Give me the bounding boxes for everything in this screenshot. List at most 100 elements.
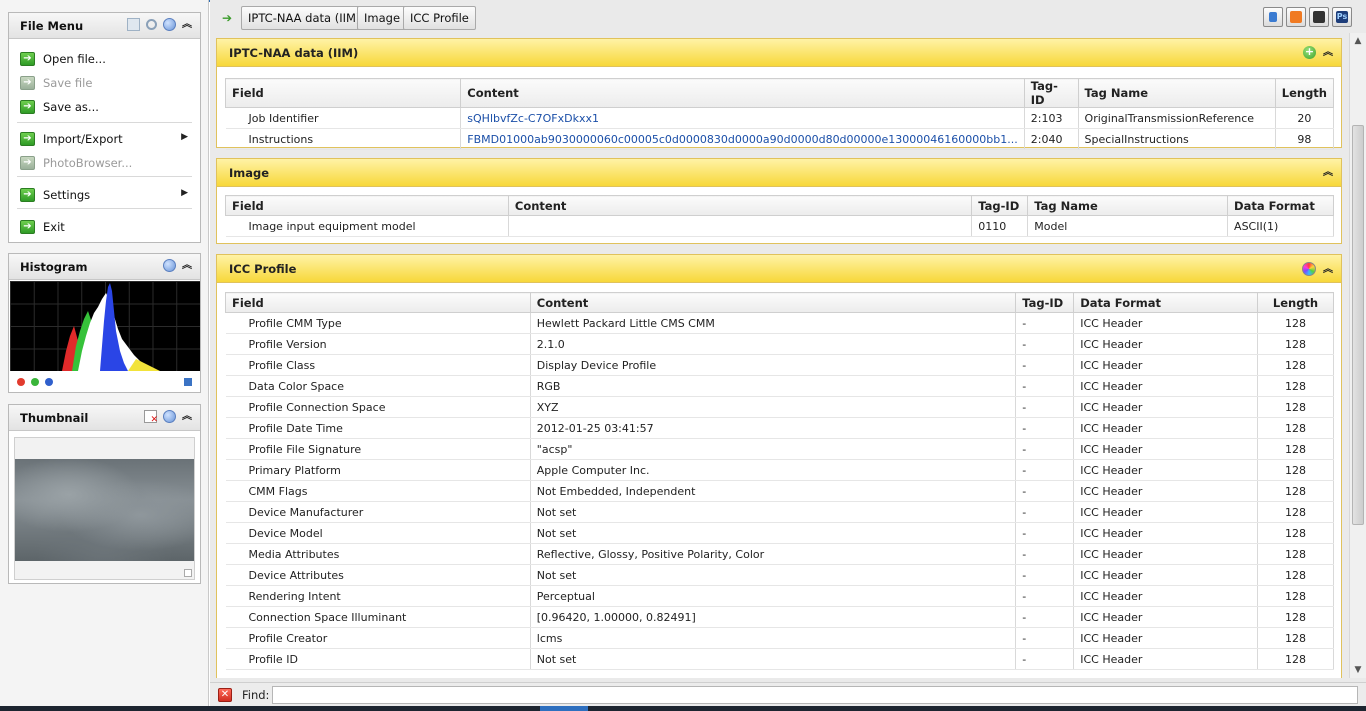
table-row[interactable]: Profile Version 2.1.0- ICC Header 128: [225, 333, 1334, 355]
cell-format: ICC Header: [1073, 375, 1258, 397]
table-row[interactable]: Profile Date Time 2012-01-25 03:41:57- ICC…: [225, 417, 1334, 439]
column-header[interactable]: Content: [460, 78, 1025, 108]
table-row[interactable]: Profile Connection Space XYZ - ICC Header 12…: [225, 396, 1334, 418]
menu-divider: [17, 208, 192, 209]
collapse-icon[interactable]: ︽: [1323, 263, 1333, 276]
menu-item-settings[interactable]: ➔ Settings ▶: [9, 184, 200, 206]
histogram-expand-icon[interactable]: [184, 378, 192, 386]
cell-format: ICC Header: [1073, 354, 1258, 376]
cell-field: Profile Date Time: [225, 417, 531, 439]
table-row[interactable]: Profile Class Display Device Profile - ICC …: [225, 354, 1334, 376]
cell-content: sQHlbvfZc-C7OFxDkxx1: [460, 107, 1025, 129]
cell-format: ICC Header: [1073, 501, 1258, 523]
collapse-icon[interactable]: ︽: [182, 18, 192, 31]
table-row[interactable]: Media Attributes Reflective, Glossy, Posi…: [225, 543, 1334, 565]
collapse-icon[interactable]: ︽: [1323, 46, 1333, 59]
cell-content: Apple Computer Inc.: [529, 459, 1017, 481]
menu-item-open-file[interactable]: ➔ Open file...: [9, 48, 200, 70]
red-channel-toggle[interactable]: [17, 378, 25, 386]
column-header[interactable]: Length: [1257, 292, 1334, 313]
menu-item-label: Exit: [43, 220, 65, 234]
scroll-down-icon[interactable]: ▼: [1353, 665, 1363, 675]
color-profile-icon[interactable]: [1302, 262, 1316, 276]
column-header[interactable]: Data Format: [1227, 195, 1334, 216]
table-row[interactable]: Job Identifier sQHlbvfZc-C7OFxDkxx1 2:103 O…: [225, 107, 1335, 129]
column-header[interactable]: Tag-ID: [1023, 78, 1079, 108]
cell-field: CMM Flags: [225, 480, 531, 502]
green-channel-toggle[interactable]: [31, 378, 39, 386]
search-icon[interactable]: [146, 19, 157, 30]
cell-tag-name: Model: [1027, 215, 1228, 237]
table-row[interactable]: Primary Platform Apple Computer Inc. - ICC …: [225, 459, 1334, 481]
copy-icon[interactable]: [127, 18, 140, 31]
resize-handle-icon[interactable]: [184, 569, 192, 577]
cell-field: Device Manufacturer: [225, 501, 531, 523]
image-section-header[interactable]: Image ︽: [217, 159, 1341, 187]
table-row[interactable]: Device Model Not set - ICC Header 128: [225, 522, 1334, 544]
column-header[interactable]: Content: [529, 292, 1017, 313]
cell-length: 20: [1274, 107, 1335, 129]
column-header[interactable]: Length: [1274, 78, 1335, 108]
cell-content: [0.96420, 1.00000, 0.82491]: [529, 606, 1017, 628]
blue-channel-toggle[interactable]: [45, 378, 53, 386]
collapse-icon[interactable]: ︽: [182, 259, 192, 272]
table-row[interactable]: Device Manufacturer Not set - ICC Header 128: [225, 501, 1334, 523]
cell-field: Job Identifier: [225, 107, 461, 129]
cell-tag-id: -: [1015, 354, 1075, 376]
table-row[interactable]: Profile File Signature "acsp" - ICC Header 1…: [225, 438, 1334, 460]
camera-icon[interactable]: [1286, 7, 1306, 27]
cell-tag-id: 2:040: [1023, 128, 1079, 150]
table-row[interactable]: CMM Flags Not Embedded, Independent - ICC H…: [225, 480, 1334, 502]
column-header[interactable]: Data Format: [1073, 292, 1259, 313]
menu-item-import-export[interactable]: ➔ Import/Export ▶: [9, 128, 200, 150]
help-icon[interactable]: [163, 18, 176, 31]
menu-item-save-as[interactable]: ➔ Save as...: [9, 96, 200, 118]
table-row[interactable]: Connection Space Illuminant [0.96420, 1.0…: [225, 606, 1334, 628]
scrollbar-thumb[interactable]: [1352, 125, 1364, 525]
table-row[interactable]: Profile ID Not set - ICC Header 128: [225, 648, 1334, 670]
column-header[interactable]: Tag Name: [1077, 78, 1276, 108]
add-icon[interactable]: +: [1303, 46, 1316, 59]
cell-length: 128: [1257, 501, 1334, 523]
cell-content: [507, 215, 973, 237]
histogram-header: Histogram ︽: [9, 254, 200, 280]
column-header[interactable]: Field: [225, 195, 509, 216]
icc-section-header[interactable]: ICC Profile ︽: [217, 255, 1341, 283]
menu-item-exit[interactable]: ➔ Exit: [9, 216, 200, 238]
cell-tag-id: -: [1015, 396, 1075, 418]
column-header[interactable]: Tag Name: [1027, 195, 1229, 216]
column-header[interactable]: Field: [225, 292, 531, 313]
vertical-scrollbar[interactable]: ▲ ▼: [1349, 33, 1366, 678]
breadcrumb-iptc[interactable]: IPTC-NAA data (IIM): [241, 6, 368, 30]
help-icon[interactable]: [163, 259, 176, 272]
cell-format: ICC Header: [1073, 606, 1258, 628]
column-header[interactable]: Tag-ID: [971, 195, 1029, 216]
breadcrumb-icc-profile[interactable]: ICC Profile: [403, 6, 476, 30]
table-row[interactable]: Image input equipment model 0110 Model ASCI…: [225, 215, 1334, 237]
file-menu-panel: File Menu ︽ ➔ Open file... ➔ Save file ➔ Save…: [8, 12, 201, 243]
remove-thumbnail-icon[interactable]: ✕: [144, 410, 158, 425]
home-icon[interactable]: [1263, 7, 1283, 27]
column-header[interactable]: Tag-ID: [1015, 292, 1075, 313]
table-row[interactable]: Data Color Space RGB - ICC Header 128: [225, 375, 1334, 397]
collapse-icon[interactable]: ︽: [182, 410, 192, 423]
close-find-icon[interactable]: ✕: [218, 688, 232, 702]
navigate-arrow-icon[interactable]: ➔: [222, 12, 234, 24]
collapse-icon[interactable]: ︽: [1323, 166, 1333, 179]
histogram-chart: [10, 281, 200, 371]
scroll-up-icon[interactable]: ▲: [1353, 36, 1363, 46]
column-header[interactable]: Content: [507, 195, 973, 216]
scanner-icon[interactable]: [1309, 7, 1329, 27]
histogram-title: Histogram: [20, 260, 88, 274]
find-input[interactable]: [272, 686, 1358, 704]
table-row[interactable]: Rendering Intent Perceptual - ICC Header 128: [225, 585, 1334, 607]
photoshop-icon[interactable]: Ps: [1332, 7, 1352, 27]
iptc-section-header[interactable]: IPTC-NAA data (IIM) + ︽: [217, 39, 1341, 67]
breadcrumb-image[interactable]: Image: [357, 6, 408, 30]
help-icon[interactable]: [163, 410, 176, 423]
table-row[interactable]: Profile CMM Type Hewlett Packard Little C…: [225, 312, 1334, 334]
table-row[interactable]: Profile Creator lcms - ICC Header 128: [225, 627, 1334, 649]
table-row[interactable]: Instructions FBMD01000ab9030000060c00005c…: [225, 128, 1335, 150]
column-header[interactable]: Field: [224, 78, 462, 108]
table-row[interactable]: Device Attributes Not set - ICC Header 128: [225, 564, 1334, 586]
